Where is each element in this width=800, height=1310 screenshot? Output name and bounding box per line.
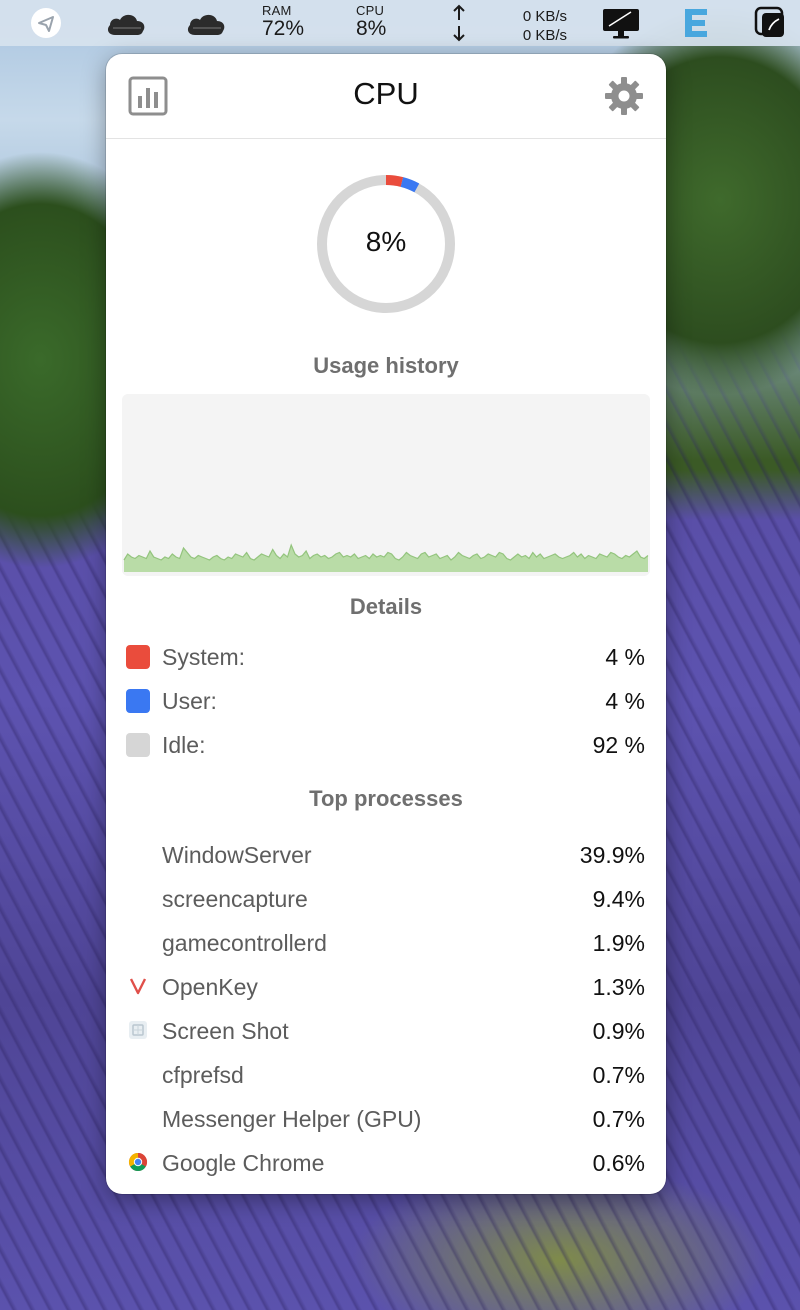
e-app-icon[interactable] <box>676 0 716 46</box>
upload-speed: 0 KB/s <box>522 8 567 25</box>
network-speed[interactable]: 0 KB/s 0 KB/s <box>505 7 567 45</box>
detail-value: 4 % <box>605 688 645 714</box>
system-color-swatch <box>126 645 150 669</box>
process-row[interactable]: Screen Shot 0.9% <box>106 1010 666 1054</box>
detail-label: User: <box>162 688 217 714</box>
popover-title: CPU <box>353 76 419 111</box>
menu-bar: RAM 72% CPU 8% 0 KB/s 0 KB/s <box>0 0 800 46</box>
gear-icon[interactable] <box>602 74 646 118</box>
cpu-label: CPU <box>356 3 385 18</box>
process-row[interactable]: cfprefsd 0.7% <box>106 1054 666 1098</box>
usage-history-area <box>124 545 648 572</box>
process-cpu: 39.9% <box>579 842 645 868</box>
detail-row-system: System: 4 % <box>106 636 666 680</box>
cloud-icon[interactable] <box>104 0 148 46</box>
process-name: cfprefsd <box>162 1062 244 1088</box>
cpu-value: 8% <box>356 17 387 40</box>
cpu-popover: CPU 8% Usage history Details System: 4 %… <box>106 54 666 1194</box>
detail-label: System: <box>162 644 246 670</box>
detail-label: Idle: <box>162 732 206 758</box>
ram-value: 72% <box>262 17 305 40</box>
detail-row-idle: Idle: 92 % <box>106 724 666 768</box>
ram-stat[interactable]: RAM 72% <box>262 4 304 39</box>
process-row[interactable]: OpenKey 1.3% <box>106 966 666 1010</box>
usage-history-chart <box>122 394 650 576</box>
process-cpu: 1.9% <box>592 930 645 956</box>
details-title: Details <box>349 594 423 619</box>
process-row[interactable]: WindowServer 39.9% <box>106 834 666 878</box>
process-name: Messenger Helper (GPU) <box>162 1106 422 1132</box>
process-cpu: 0.7% <box>592 1106 645 1132</box>
process-cpu: 1.3% <box>592 974 645 1000</box>
top-processes-title: Top processes <box>309 786 463 811</box>
process-name: OpenKey <box>162 974 258 1000</box>
idle-color-swatch <box>126 733 150 757</box>
screenshot-app-icon[interactable] <box>748 0 790 46</box>
process-cpu: 9.4% <box>592 886 645 912</box>
process-row[interactable]: gamecontrollerd 1.9% <box>106 922 666 966</box>
process-cpu: 0.6% <box>592 1150 645 1176</box>
process-cpu: 0.7% <box>592 1062 645 1088</box>
chrome-icon <box>126 1150 150 1174</box>
process-name: Screen Shot <box>162 1018 289 1044</box>
usage-history-svg <box>123 543 649 572</box>
process-row[interactable]: Messenger Helper (GPU) 0.7% <box>106 1098 666 1142</box>
display-icon[interactable] <box>600 0 642 46</box>
process-name: WindowServer <box>162 842 312 868</box>
process-row[interactable]: screencapture 9.4% <box>106 878 666 922</box>
network-arrows-icon[interactable] <box>448 0 470 46</box>
detail-row-user: User: 4 % <box>106 680 666 724</box>
detail-value: 92 % <box>592 732 645 758</box>
process-row[interactable]: Google Chrome 0.6% <box>106 1142 666 1186</box>
process-name: gamecontrollerd <box>162 930 327 956</box>
gauge-value: 8% <box>365 226 407 257</box>
ram-label: RAM <box>262 3 292 18</box>
process-name: Google Chrome <box>162 1150 325 1176</box>
user-color-swatch <box>126 689 150 713</box>
popover-header: CPU <box>106 54 666 139</box>
openkey-icon <box>126 974 150 998</box>
usage-history-title: Usage history <box>313 353 459 378</box>
process-name: screencapture <box>162 886 308 912</box>
cpu-stat[interactable]: CPU 8% <box>356 4 386 39</box>
process-cpu: 0.9% <box>592 1018 645 1044</box>
cloud-icon[interactable] <box>184 0 228 46</box>
screen-shot-icon <box>126 1018 150 1042</box>
telegram-icon[interactable] <box>28 0 64 46</box>
detail-value: 4 % <box>605 644 645 670</box>
download-speed: 0 KB/s <box>522 27 567 44</box>
